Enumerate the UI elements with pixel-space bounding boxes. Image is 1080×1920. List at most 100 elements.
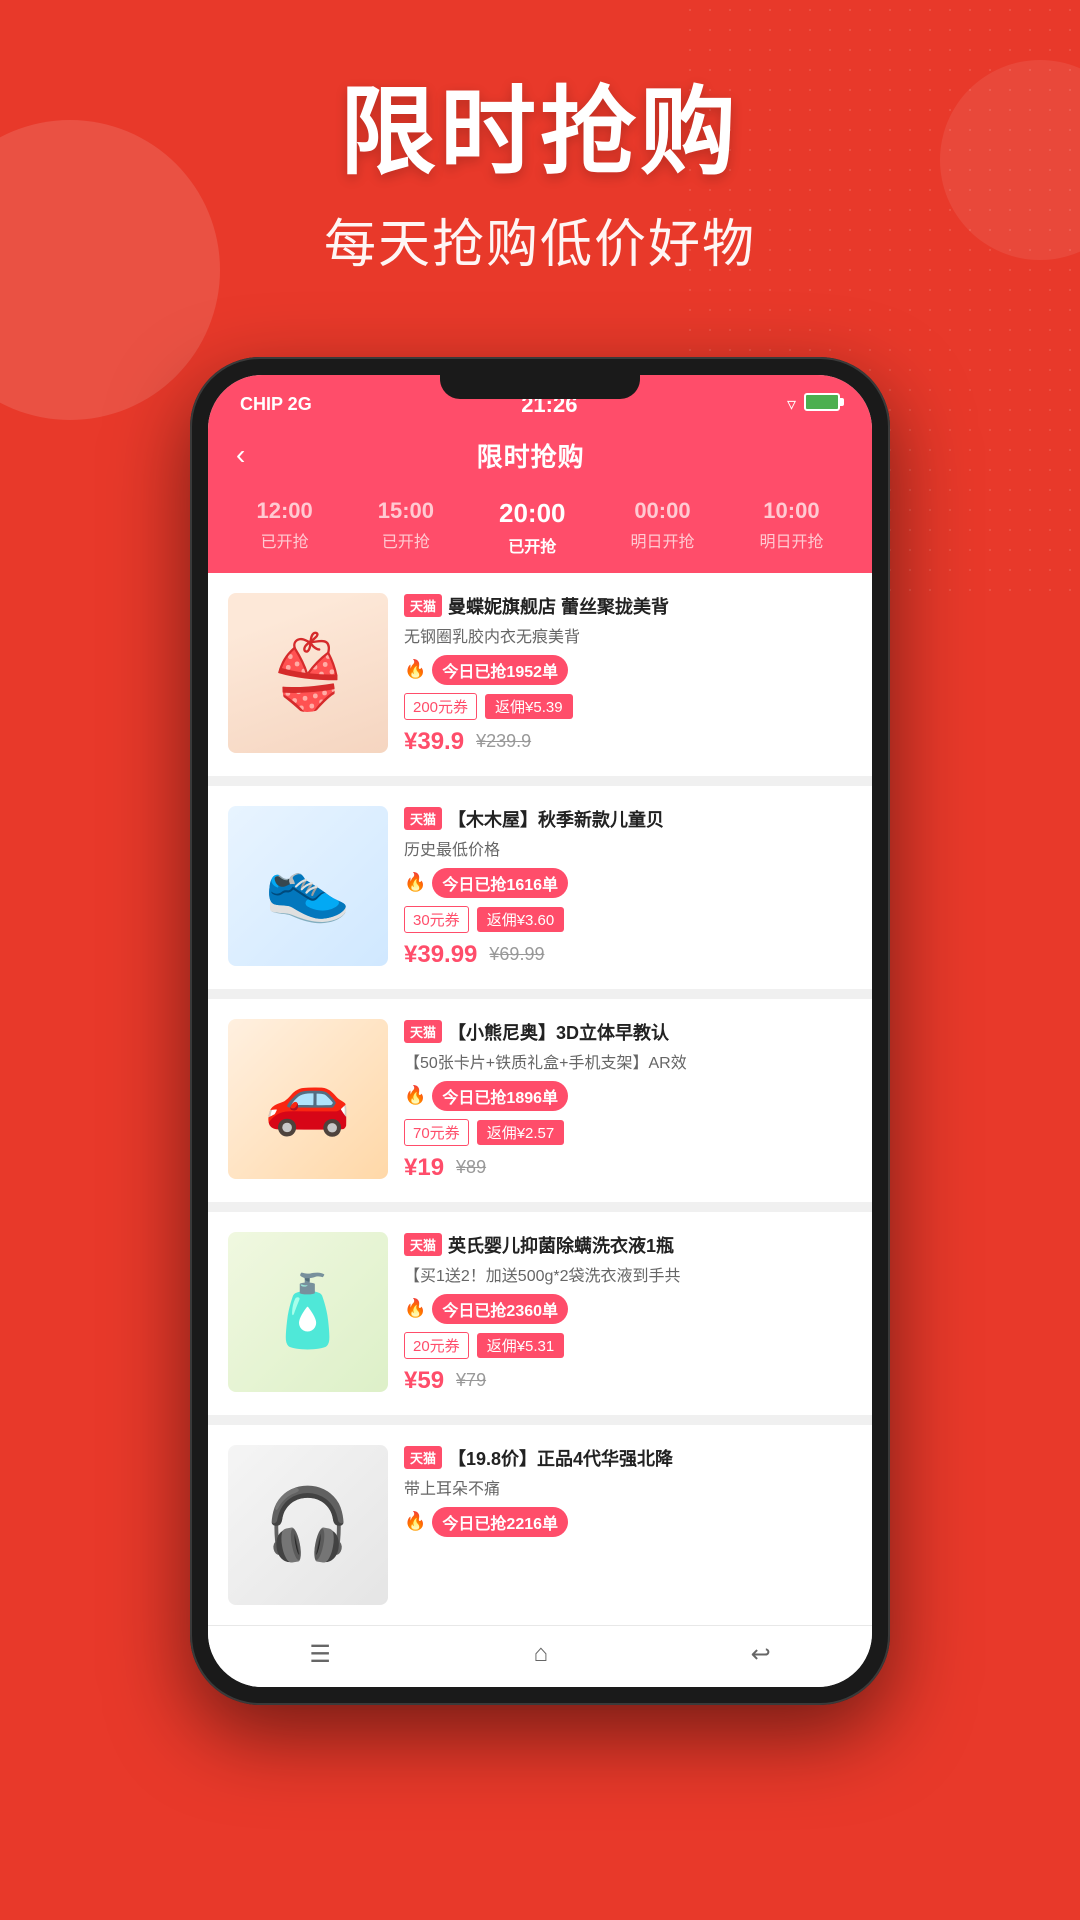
phone-frame: CHIP 2G 21:26 ▿ ‹ 限时抢购 12:00 [190, 357, 890, 1705]
flash-count-2: 今日已抢1616单 [432, 868, 568, 898]
phone-mockup: CHIP 2G 21:26 ▿ ‹ 限时抢购 12:00 [0, 357, 1080, 1705]
product-image-2: 👟 [228, 806, 388, 966]
store-badge-4: 天猫 [404, 1233, 442, 1256]
menu-icon: ☰ [309, 1640, 331, 1669]
product-card-1[interactable]: 👙 天猫 曼蝶妮旗舰店 蕾丝聚拢美背 无钢圈乳胶内衣无痕美背 🔥 今日已抢195… [208, 573, 872, 776]
status-right: ▿ [787, 393, 840, 416]
product-desc-4: 【买1送2！加送500g*2袋洗衣液到手共 [404, 1262, 852, 1286]
product-emoji-2: 👟 [228, 806, 388, 966]
wifi-icon: ▿ [787, 394, 796, 415]
store-name-3: 【小熊尼奥】3D立体早教认 [448, 1019, 669, 1045]
product-emoji-4: 🧴 [228, 1232, 388, 1392]
page-title: 限时抢购 [0, 80, 1080, 186]
flash-icon-5: 🔥 [404, 1511, 426, 1532]
product-info-2: 天猫 【木木屋】秋季新款儿童贝 历史最低价格 🔥 今日已抢1616单 30元券 … [404, 806, 852, 969]
page-subtitle: 每天抢购低价好物 [0, 202, 1080, 277]
store-row-5: 天猫 【19.8价】正品4代华强北降 [404, 1445, 852, 1471]
flash-icon-1: 🔥 [404, 659, 426, 680]
carrier-text: CHIP 2G [240, 394, 312, 415]
flash-icon-2: 🔥 [404, 872, 426, 893]
product-card-2[interactable]: 👟 天猫 【木木屋】秋季新款儿童贝 历史最低价格 🔥 今日已抢1616单 [208, 786, 872, 989]
store-badge-2: 天猫 [404, 807, 442, 830]
product-desc-3: 【50张卡片+铁质礼盒+手机支架】AR效 [404, 1049, 852, 1073]
time-val-1000: 10:00 [763, 498, 819, 524]
store-name-4: 英氏婴儿抑菌除螨洗衣液1瓶 [448, 1232, 674, 1258]
battery-icon [804, 393, 840, 416]
nav-title: 限时抢购 [477, 437, 585, 474]
flash-count-3: 今日已抢1896单 [432, 1081, 568, 1111]
coupon-row-4: 20元券 返佣¥5.31 [404, 1332, 852, 1359]
store-name-2: 【木木屋】秋季新款儿童贝 [448, 806, 664, 832]
time-status-0000: 明日开抢 [630, 528, 694, 552]
rebate-tag-3: 返佣¥2.57 [477, 1120, 565, 1145]
product-info-4: 天猫 英氏婴儿抑菌除螨洗衣液1瓶 【买1送2！加送500g*2袋洗衣液到手共 🔥… [404, 1232, 852, 1395]
product-card-3[interactable]: 🚗 天猫 【小熊尼奥】3D立体早教认 【50张卡片+铁质礼盒+手机支架】AR效 … [208, 999, 872, 1202]
coupon-tag-3: 70元券 [404, 1119, 469, 1146]
time-tabs: 12:00 已开抢 15:00 已开抢 20:00 已开抢 00:00 明日开抢… [208, 490, 872, 573]
time-tab-0000[interactable]: 00:00 明日开抢 [630, 498, 694, 557]
nav-menu-button[interactable]: ☰ [309, 1640, 331, 1669]
flash-count-4: 今日已抢2360单 [432, 1294, 568, 1324]
product-list: 👙 天猫 曼蝶妮旗舰店 蕾丝聚拢美背 无钢圈乳胶内衣无痕美背 🔥 今日已抢195… [208, 573, 872, 1625]
price-current-2: ¥39.99 [404, 941, 477, 969]
store-name-5: 【19.8价】正品4代华强北降 [448, 1445, 673, 1471]
nav-home-button[interactable]: ⌂ [533, 1640, 548, 1668]
time-status-2000: 已开抢 [508, 533, 556, 557]
status-left: CHIP 2G [240, 394, 312, 415]
phone-screen: CHIP 2G 21:26 ▿ ‹ 限时抢购 12:00 [208, 375, 872, 1687]
product-info-5: 天猫 【19.8价】正品4代华强北降 带上耳朵不痛 🔥 今日已抢2216单 [404, 1445, 852, 1545]
price-row-4: ¥59 ¥79 [404, 1367, 852, 1395]
time-tab-1000[interactable]: 10:00 明日开抢 [759, 498, 823, 557]
flash-row-2: 🔥 今日已抢1616单 [404, 868, 852, 898]
price-current-3: ¥19 [404, 1154, 444, 1182]
price-original-4: ¥79 [456, 1370, 486, 1391]
rebate-tag-1: 返佣¥5.39 [485, 694, 573, 719]
time-val-0000: 00:00 [634, 498, 690, 524]
price-row-1: ¥39.9 ¥239.9 [404, 728, 852, 756]
store-row-2: 天猫 【木木屋】秋季新款儿童贝 [404, 806, 852, 832]
price-row-2: ¥39.99 ¥69.99 [404, 941, 852, 969]
coupon-tag-1: 200元券 [404, 693, 477, 720]
back-button[interactable]: ‹ [236, 439, 245, 471]
flash-row-5: 🔥 今日已抢2216单 [404, 1507, 852, 1537]
flash-icon-3: 🔥 [404, 1085, 426, 1106]
time-tab-1200[interactable]: 12:00 已开抢 [256, 498, 312, 557]
page-header: 限时抢购 每天抢购低价好物 [0, 0, 1080, 317]
product-emoji-3: 🚗 [228, 1019, 388, 1179]
product-card-4[interactable]: 🧴 天猫 英氏婴儿抑菌除螨洗衣液1瓶 【买1送2！加送500g*2袋洗衣液到手共… [208, 1212, 872, 1415]
coupon-row-1: 200元券 返佣¥5.39 [404, 693, 852, 720]
product-image-4: 🧴 [228, 1232, 388, 1392]
store-badge-1: 天猫 [404, 594, 442, 617]
time-tab-1500[interactable]: 15:00 已开抢 [378, 498, 434, 557]
back-nav-icon: ↩ [751, 1640, 771, 1669]
home-icon: ⌂ [533, 1640, 548, 1668]
coupon-row-3: 70元券 返佣¥2.57 [404, 1119, 852, 1146]
product-info-1: 天猫 曼蝶妮旗舰店 蕾丝聚拢美背 无钢圈乳胶内衣无痕美背 🔥 今日已抢1952单… [404, 593, 852, 756]
coupon-tag-2: 30元券 [404, 906, 469, 933]
time-status-1200: 已开抢 [261, 528, 309, 552]
price-original-3: ¥89 [456, 1157, 486, 1178]
product-card-5[interactable]: 🎧 天猫 【19.8价】正品4代华强北降 带上耳朵不痛 🔥 今日已抢2216单 [208, 1425, 872, 1625]
price-original-1: ¥239.9 [476, 731, 531, 752]
product-image-5: 🎧 [228, 1445, 388, 1605]
product-emoji-1: 👙 [263, 630, 353, 715]
product-desc-1: 无钢圈乳胶内衣无痕美背 [404, 623, 852, 647]
price-current-1: ¥39.9 [404, 728, 464, 756]
store-row-1: 天猫 曼蝶妮旗舰店 蕾丝聚拢美背 [404, 593, 852, 619]
product-info-3: 天猫 【小熊尼奥】3D立体早教认 【50张卡片+铁质礼盒+手机支架】AR效 🔥 … [404, 1019, 852, 1182]
price-original-2: ¥69.99 [489, 944, 544, 965]
flash-count-5: 今日已抢2216单 [432, 1507, 568, 1537]
time-status-1000: 明日开抢 [759, 528, 823, 552]
rebate-tag-2: 返佣¥3.60 [477, 907, 565, 932]
battery-level [804, 393, 840, 411]
time-tab-2000[interactable]: 20:00 已开抢 [499, 498, 566, 557]
nav-back-button[interactable]: ↩ [751, 1640, 771, 1669]
flash-row-1: 🔥 今日已抢1952单 [404, 655, 852, 685]
bottom-nav: ☰ ⌂ ↩ [208, 1625, 872, 1687]
product-image-3: 🚗 [228, 1019, 388, 1179]
store-badge-5: 天猫 [404, 1446, 442, 1469]
coupon-tag-4: 20元券 [404, 1332, 469, 1359]
flash-row-3: 🔥 今日已抢1896单 [404, 1081, 852, 1111]
app-navbar: ‹ 限时抢购 [208, 427, 872, 490]
time-val-2000: 20:00 [499, 498, 566, 529]
